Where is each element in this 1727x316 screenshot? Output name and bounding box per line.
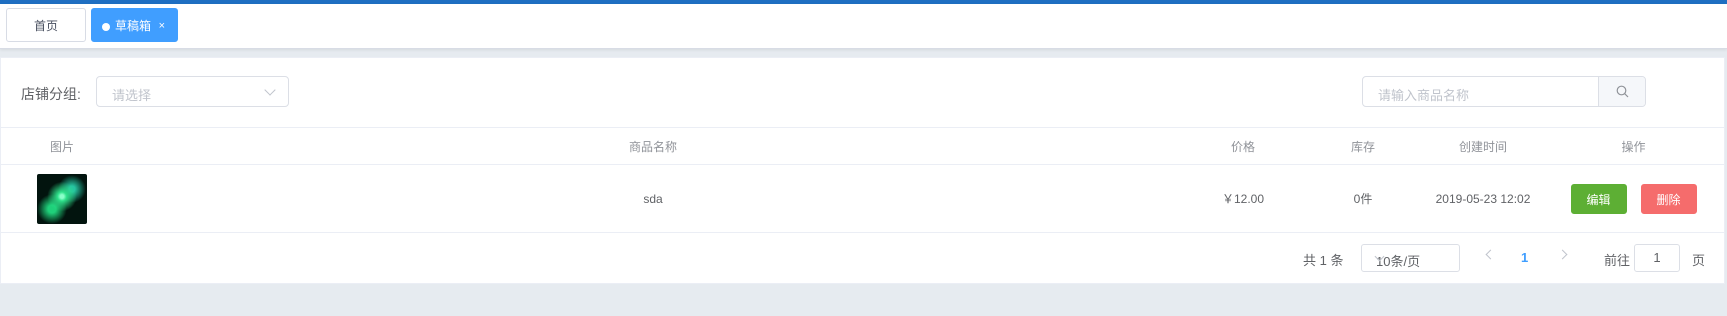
col-image: 图片 (49, 139, 74, 154)
pagination: 共 1 条 10条/页 1 前往 1 页 (1, 233, 1724, 285)
search-input[interactable]: 请输入商品名称 (1378, 85, 1469, 104)
goto-label: 前往 (1604, 253, 1631, 268)
table-row: sda ￥12.00 0件 2019-05-23 12:02 编辑 删除 (1, 165, 1724, 233)
content-card: 店铺分组: 请选择 请输入商品名称 图片 商品名称 价格 库存 创建时间 操作 … (0, 57, 1725, 284)
product-search[interactable]: 请输入商品名称 (1362, 76, 1646, 107)
tab-drafts[interactable]: 草稿箱 × (91, 8, 178, 42)
table-header: 图片 商品名称 价格 库存 创建时间 操作 (1, 127, 1724, 165)
chevron-down-icon (264, 84, 276, 96)
page-unit-label: 页 (1692, 253, 1706, 268)
edit-button[interactable]: 编辑 (1570, 183, 1627, 214)
chevron-left-icon[interactable] (1485, 249, 1496, 260)
page-size-select[interactable]: 10条/页 (1361, 244, 1460, 272)
store-group-label: 店铺分组: (21, 86, 81, 102)
row-stock: 0件 (1353, 192, 1373, 206)
col-stock: 库存 (1350, 139, 1375, 154)
product-thumbnail (37, 173, 87, 224)
pagination-total: 共 1 条 (1303, 253, 1344, 268)
page-number[interactable]: 1 (1521, 250, 1528, 265)
row-price: ￥12.00 (1221, 192, 1265, 206)
active-dot-icon (102, 23, 110, 31)
delete-button[interactable]: 删除 (1640, 183, 1697, 214)
row-created: 2019-05-23 12:02 (1435, 191, 1531, 206)
store-group-placeholder: 请选择 (112, 88, 152, 103)
tab-drafts-label: 草稿箱 (115, 19, 152, 33)
tabs-bar: 首页 草稿箱 × (0, 4, 1727, 49)
tab-home[interactable]: 首页 (6, 8, 86, 42)
search-button[interactable] (1598, 77, 1645, 106)
search-icon (1616, 85, 1629, 98)
col-created: 创建时间 (1458, 139, 1507, 154)
col-price: 价格 (1230, 139, 1255, 154)
row-name: sda (643, 191, 663, 206)
col-name: 商品名称 (628, 139, 677, 154)
chevron-right-icon[interactable] (1557, 249, 1568, 260)
close-icon[interactable]: × (159, 9, 165, 43)
goto-page-input[interactable]: 1 (1634, 244, 1680, 272)
store-group-select[interactable]: 请选择 (96, 76, 289, 107)
col-actions: 操作 (1621, 139, 1646, 154)
